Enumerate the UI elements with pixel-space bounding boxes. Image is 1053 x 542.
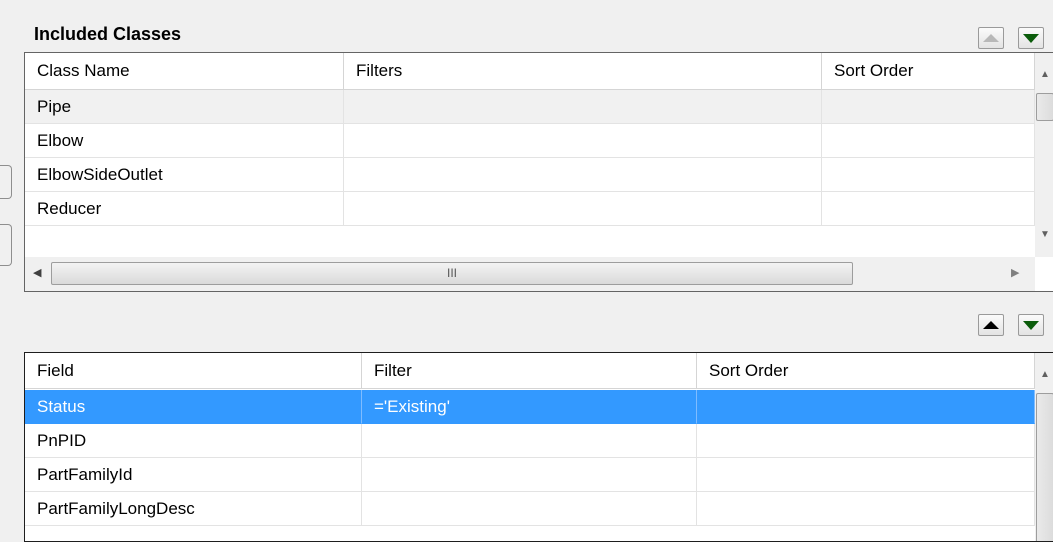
classes-grid-header: Class Name Filters Sort Order [25,53,1035,90]
left-edge-control-1 [0,165,12,199]
sort-order-cell[interactable] [697,390,1035,424]
classes-move-down-button[interactable] [1018,27,1044,49]
table-row[interactable]: Elbow [25,124,1035,158]
field-name-cell[interactable]: PnPID [25,424,362,458]
fields-vertical-scrollbar[interactable]: ▲ [1035,353,1053,541]
fields-grid-header: Field Filter Sort Order [25,353,1035,389]
triangle-down-icon [1023,320,1039,330]
sort-order-cell[interactable] [822,90,1035,124]
scroll-right-arrow-icon[interactable]: ▶ [1011,266,1019,279]
scroll-left-arrow-icon[interactable]: ◀ [33,266,41,279]
sort-order-cell[interactable] [822,158,1035,192]
scroll-down-arrow-icon[interactable]: ▼ [1035,229,1053,240]
class-name-cell[interactable]: Reducer [25,192,344,226]
column-header-class-name[interactable]: Class Name [25,53,344,89]
filters-cell[interactable] [344,158,822,192]
column-header-sort-order[interactable]: Sort Order [822,53,1035,89]
scroll-up-arrow-icon[interactable]: ▲ [1035,369,1053,380]
included-classes-grid[interactable]: Class Name Filters Sort Order Pipe Elbow… [24,52,1053,292]
left-edge-control-2 [0,224,12,266]
filters-cell[interactable] [344,192,822,226]
field-name-cell[interactable]: PartFamilyLongDesc [25,492,362,526]
filter-cell[interactable] [362,424,697,458]
fields-move-down-button[interactable] [1018,314,1044,336]
class-name-cell[interactable]: ElbowSideOutlet [25,158,344,192]
table-row[interactable]: PartFamilyId [25,458,1035,492]
classes-vertical-scroll-thumb[interactable] [1036,93,1053,121]
filters-cell[interactable] [344,124,822,158]
filters-cell[interactable] [344,90,822,124]
classes-move-up-button[interactable] [978,27,1004,49]
class-name-cell[interactable]: Elbow [25,124,344,158]
classes-horizontal-scrollbar[interactable]: ◀ III ▶ [25,257,1035,291]
included-classes-title: Included Classes [34,24,182,44]
column-header-sort-order[interactable]: Sort Order [697,353,1035,388]
sort-order-cell[interactable] [822,192,1035,226]
sort-order-cell[interactable] [822,124,1035,158]
class-name-cell[interactable]: Pipe [25,90,344,124]
scroll-up-arrow-icon[interactable]: ▲ [1035,69,1053,80]
table-row[interactable]: ElbowSideOutlet [25,158,1035,192]
fields-vertical-scroll-thumb[interactable] [1036,393,1053,541]
fields-move-up-button[interactable] [978,314,1004,336]
fields-grid[interactable]: Field Filter Sort Order Status ='Existin… [24,352,1053,542]
classes-horizontal-scroll-thumb[interactable]: III [51,262,853,285]
sort-order-cell[interactable] [697,458,1035,492]
column-header-filters[interactable]: Filters [344,53,822,89]
sort-order-cell[interactable] [697,492,1035,526]
sort-order-cell[interactable] [697,424,1035,458]
filter-cell[interactable]: ='Existing' [362,390,697,424]
triangle-up-icon [983,34,999,42]
table-row[interactable]: PartFamilyLongDesc [25,492,1035,526]
filter-cell[interactable] [362,458,697,492]
column-header-field[interactable]: Field [25,353,362,388]
triangle-down-icon [1023,33,1039,43]
table-row[interactable]: Reducer [25,192,1035,226]
triangle-up-icon [983,321,999,329]
classes-vertical-scrollbar[interactable]: ▲ ▼ [1035,53,1053,257]
column-header-filter[interactable]: Filter [362,353,697,388]
table-row[interactable]: Status ='Existing' [25,390,1035,424]
field-name-cell[interactable]: Status [25,390,362,424]
table-row[interactable]: Pipe [25,90,1035,124]
filter-cell[interactable] [362,492,697,526]
field-name-cell[interactable]: PartFamilyId [25,458,362,492]
scroll-grip-icon: III [446,266,457,280]
table-row[interactable]: PnPID [25,424,1035,458]
